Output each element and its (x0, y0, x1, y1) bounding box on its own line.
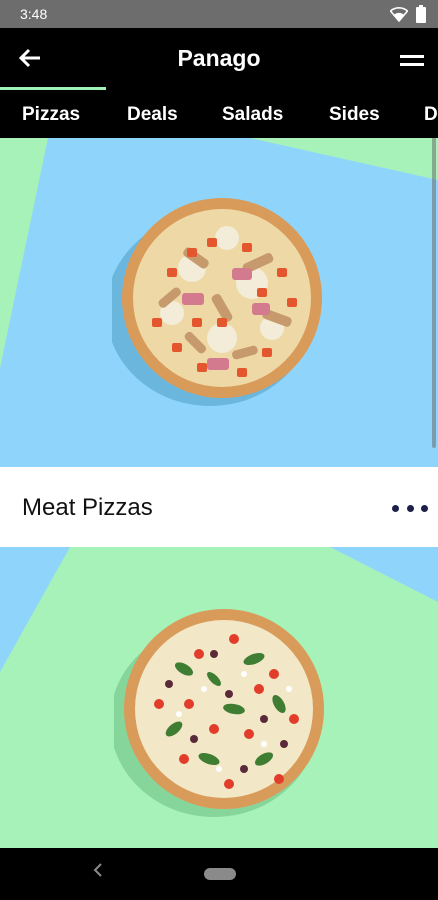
more-dot (392, 504, 399, 512)
wifi-icon (389, 6, 409, 27)
app-bar: Panago (0, 28, 438, 90)
meat-pizza-illustration (112, 198, 322, 406)
meat-pizzas-image[interactable] (0, 138, 438, 467)
tab-deals[interactable]: Deals (127, 104, 178, 126)
battery-icon (416, 5, 426, 28)
tab-salads[interactable]: Salads (222, 104, 283, 126)
tab-sides[interactable]: Sides (329, 104, 380, 126)
menu-icon-bar (400, 54, 424, 58)
nav-home-button[interactable] (204, 868, 236, 880)
nav-back-button[interactable] (88, 860, 108, 884)
veggie-pizza-illustration (114, 609, 324, 817)
more-dot (421, 504, 428, 512)
selected-tab-indicator (0, 87, 106, 90)
menu-icon-bar (400, 62, 424, 66)
more-dot (406, 504, 414, 512)
scrollbar[interactable] (432, 138, 436, 448)
category-row-meat-pizzas[interactable]: Meat Pizzas (0, 467, 438, 547)
app-title: Panago (177, 45, 261, 71)
status-time: 3:48 (20, 6, 48, 22)
tab-pizzas[interactable]: Pizzas (22, 104, 80, 126)
system-nav-bar (0, 848, 438, 900)
category-tabs: Pizzas Deals Salads Sides D (0, 90, 438, 138)
status-bar: 3:48 (0, 0, 438, 28)
tab-more[interactable]: D (424, 104, 438, 126)
status-icons (389, 5, 426, 28)
chevron-left-icon (93, 862, 103, 883)
veggie-pizza-image[interactable] (0, 547, 438, 848)
menu-button[interactable] (400, 46, 428, 74)
category-title: Meat Pizzas (22, 494, 153, 521)
more-options-button[interactable] (392, 493, 428, 523)
menu-list[interactable]: Meat Pizzas (0, 138, 438, 848)
